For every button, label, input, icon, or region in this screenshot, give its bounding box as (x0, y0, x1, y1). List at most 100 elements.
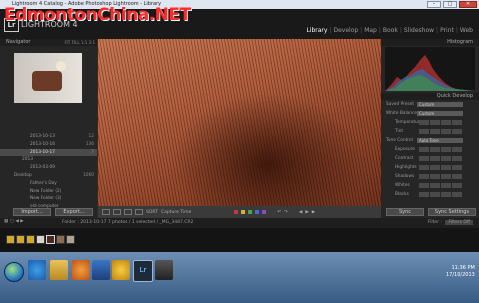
folder-item[interactable]: 2013 (0, 156, 97, 164)
color-label-blue[interactable] (255, 210, 260, 214)
start-button[interactable] (4, 262, 24, 282)
tone-row: Shadows (381, 172, 479, 181)
film-thumbnail[interactable] (56, 235, 65, 244)
auto-tone-button[interactable]: Auto Tone (417, 138, 463, 143)
camera-app-icon[interactable] (155, 260, 173, 280)
tone-row: Contrast (381, 154, 479, 163)
minimize-button[interactable]: – (427, 1, 441, 8)
navigator-title: Navigator (6, 39, 31, 45)
filter-dropdown[interactable]: Filters Off (445, 220, 473, 225)
folder-item-selected[interactable]: 2013-10-17 7 (0, 148, 97, 157)
folder-item[interactable]: 2013-10-16 136 (0, 141, 97, 149)
import-button[interactable]: Import... (13, 208, 51, 216)
quick-develop-panel: Quick Develop Saved Preset Custom White … (381, 93, 479, 199)
module-develop[interactable]: Develop (331, 27, 360, 34)
left-panel: Navigator FIT FILL 1:1 3:1 2013-10-13 12 … (0, 39, 97, 218)
file-explorer-icon[interactable] (50, 260, 68, 280)
tone-row: Whites (381, 181, 479, 190)
folder-item[interactable]: Father's Day (0, 180, 97, 188)
rotate-right-icon[interactable]: ↷ (284, 210, 288, 215)
film-thumbnail[interactable] (36, 235, 45, 244)
module-web[interactable]: Web (458, 27, 475, 34)
folder-label: Desktop (14, 172, 32, 178)
module-print[interactable]: Print (438, 27, 456, 34)
color-label-red[interactable] (234, 210, 239, 214)
folder-label: 2013-03-09 (30, 165, 55, 171)
color-label-purple[interactable] (262, 210, 267, 214)
film-thumbnail[interactable] (6, 235, 15, 244)
quick-develop-header[interactable]: Quick Develop (381, 93, 479, 100)
lightroom-taskbar-icon[interactable]: Lr (133, 260, 153, 282)
tone-buttons[interactable] (419, 183, 462, 188)
white-balance-row: White Balance Custom (381, 109, 479, 118)
tint-buttons[interactable] (419, 129, 462, 134)
export-button[interactable]: Export... (55, 208, 93, 216)
folder-label: New Folder (2) (30, 188, 62, 194)
film-thumbnail[interactable] (66, 235, 75, 244)
tone-buttons[interactable] (419, 192, 462, 197)
tone-label: Whites (395, 183, 410, 188)
tone-label: Contrast (395, 156, 414, 161)
tone-buttons[interactable] (419, 156, 462, 161)
play-icon[interactable]: ▶ (312, 210, 315, 215)
survey-view-icon[interactable] (135, 209, 143, 215)
rotate-left-icon[interactable]: ↶ (277, 210, 281, 215)
filmstrip-info: Folder : 2013-10-17 7 photos / 1 selecte… (62, 220, 194, 225)
tint-label: Tint (395, 129, 404, 134)
folder-item[interactable]: New Folder (3) (0, 195, 97, 203)
close-button[interactable]: ✕ (459, 1, 477, 8)
tone-buttons[interactable] (419, 165, 462, 170)
histogram (385, 47, 475, 91)
film-thumbnail-selected[interactable] (46, 235, 55, 244)
maximize-button[interactable]: □ (443, 1, 457, 8)
system-clock[interactable]: 11:36 PM 17/10/2013 (446, 265, 475, 279)
clock-time: 11:36 PM (451, 265, 475, 271)
media-player-icon[interactable] (72, 260, 90, 280)
color-label-yellow[interactable] (241, 210, 246, 214)
white-balance-dropdown[interactable]: Custom (417, 111, 463, 116)
folder-item[interactable]: New Folder (2) (0, 188, 97, 196)
module-map[interactable]: Map (362, 27, 379, 34)
film-thumbnail[interactable] (16, 235, 25, 244)
filter-control: Filter : Filters Off (428, 220, 473, 225)
loupe-view-icon[interactable] (113, 209, 121, 215)
chrome-icon[interactable] (112, 260, 130, 280)
folder-item[interactable]: 2013-10-13 12 (0, 133, 97, 141)
tint-row: Tint (381, 127, 479, 136)
navigator-header[interactable]: Navigator FIT FILL 1:1 3:1 (0, 39, 97, 46)
navigator-zoom-options[interactable]: FIT FILL 1:1 3:1 (64, 39, 95, 46)
film-thumbnail[interactable] (26, 235, 35, 244)
grid-view-icon[interactable] (102, 209, 110, 215)
color-label-green[interactable] (248, 210, 253, 214)
filmstrip-bar: ▦ ▢ ◀ ▶ Folder : 2013-10-17 7 photos / 1… (0, 218, 479, 228)
sort-label: SORT (146, 209, 158, 215)
folder-label: 2013-10-17 (30, 149, 55, 155)
compare-view-icon[interactable] (124, 209, 132, 215)
navigator-preview[interactable] (14, 53, 82, 103)
filmstrip-grid-icon[interactable]: ▦ ▢ ◀ ▶ (4, 219, 24, 224)
next-icon[interactable]: ▶ (305, 210, 308, 215)
temperature-buttons[interactable] (419, 120, 462, 125)
main-photo-view[interactable] (98, 39, 381, 206)
saved-preset-dropdown[interactable]: Custom (417, 102, 463, 107)
tone-buttons[interactable] (419, 147, 462, 152)
app-icon[interactable] (92, 260, 110, 280)
folder-item[interactable]: Desktop 1060 (0, 172, 97, 180)
sync-settings-button[interactable]: Sync Settings (428, 208, 476, 216)
folder-label: Father's Day (30, 180, 57, 186)
histogram-header[interactable]: Histogram (381, 39, 479, 46)
right-panel: Histogram Quick Develop Saved Preset Cus… (381, 39, 479, 218)
saved-preset-row: Saved Preset Custom (381, 100, 479, 109)
folder-item[interactable]: 2013-03-09 (0, 164, 97, 172)
library-toolbar: SORT Capture Time ↶ ↷ ◀ ▶ ▶ (98, 206, 381, 218)
module-book[interactable]: Book (381, 27, 400, 34)
internet-explorer-icon[interactable] (28, 260, 46, 280)
folder-count: 1060 (83, 172, 94, 178)
sort-dropdown[interactable]: Capture Time (161, 210, 191, 215)
sync-button[interactable]: Sync (386, 208, 424, 216)
previous-icon[interactable]: ◀ (299, 210, 302, 215)
folder-count: 7 (91, 149, 94, 155)
tone-buttons[interactable] (419, 174, 462, 179)
module-library[interactable]: Library (304, 27, 329, 34)
module-slideshow[interactable]: Slideshow (402, 27, 436, 34)
